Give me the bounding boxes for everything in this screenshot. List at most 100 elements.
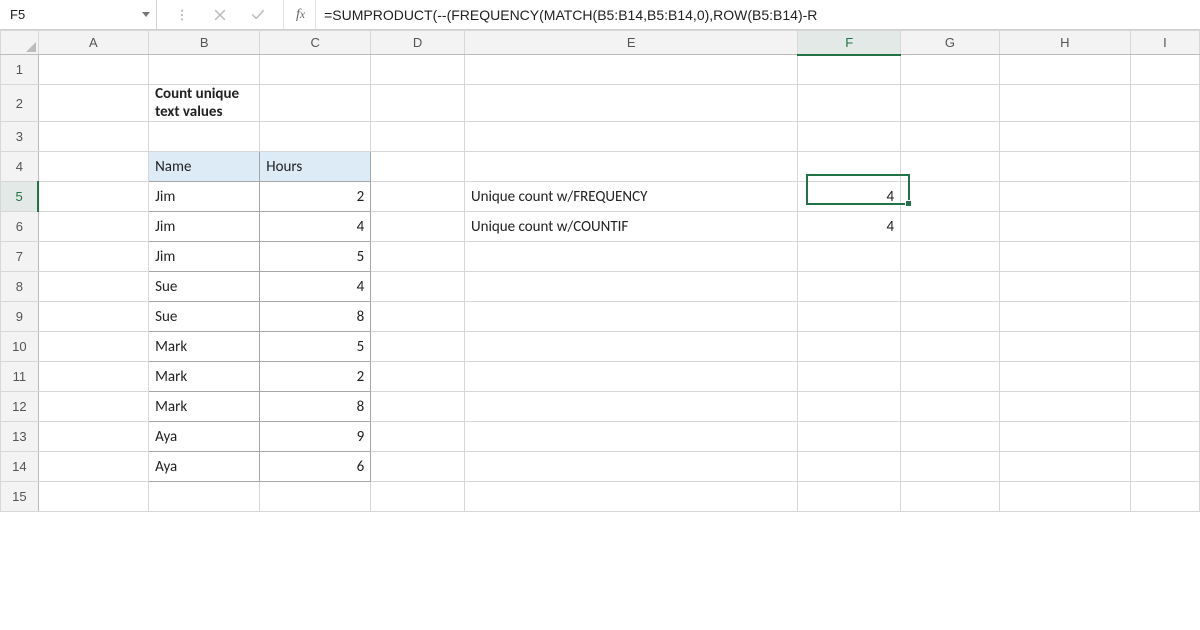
cell-G5[interactable]	[901, 182, 1000, 212]
cell-B3[interactable]	[149, 122, 260, 152]
col-header-D[interactable]: D	[371, 31, 465, 55]
cell-C15[interactable]	[260, 482, 371, 512]
cell-F1[interactable]	[798, 55, 901, 85]
cell-D7[interactable]	[371, 242, 465, 272]
cell-I3[interactable]	[1130, 122, 1199, 152]
cell-E1[interactable]	[464, 55, 797, 85]
cell-I4[interactable]	[1130, 152, 1199, 182]
col-header-F[interactable]: F	[798, 31, 901, 55]
cell-F5[interactable]: 4	[798, 182, 901, 212]
col-header-E[interactable]: E	[464, 31, 797, 55]
cell-G11[interactable]	[901, 362, 1000, 392]
cell-I8[interactable]	[1130, 272, 1199, 302]
row-header-15[interactable]: 15	[1, 482, 39, 512]
cell-D2[interactable]	[371, 85, 465, 122]
cell-F13[interactable]	[798, 422, 901, 452]
cell-G1[interactable]	[901, 55, 1000, 85]
enter-check-icon[interactable]	[251, 8, 265, 22]
cell-I14[interactable]	[1130, 452, 1199, 482]
cell-E11[interactable]	[464, 362, 797, 392]
cell-I15[interactable]	[1130, 482, 1199, 512]
cell-F3[interactable]	[798, 122, 901, 152]
row-header-14[interactable]: 14	[1, 452, 39, 482]
cell-E2[interactable]	[464, 85, 797, 122]
cell-H12[interactable]	[999, 392, 1130, 422]
cell-G10[interactable]	[901, 332, 1000, 362]
cell-F6[interactable]: 4	[798, 212, 901, 242]
cell-H8[interactable]	[999, 272, 1130, 302]
cell-D10[interactable]	[371, 332, 465, 362]
cell-F7[interactable]	[798, 242, 901, 272]
cell-E8[interactable]	[464, 272, 797, 302]
cell-B11[interactable]: Mark	[149, 362, 260, 392]
spreadsheet-grid[interactable]: A B C D E F G H I 1 2 Count unique text …	[0, 30, 1200, 512]
cell-D12[interactable]	[371, 392, 465, 422]
cell-D11[interactable]	[371, 362, 465, 392]
cell-C9[interactable]: 8	[260, 302, 371, 332]
cell-B9[interactable]: Sue	[149, 302, 260, 332]
row-header-12[interactable]: 12	[1, 392, 39, 422]
cell-C6[interactable]: 4	[260, 212, 371, 242]
cell-C10[interactable]: 5	[260, 332, 371, 362]
cell-F11[interactable]	[798, 362, 901, 392]
cell-B1[interactable]	[149, 55, 260, 85]
cell-A11[interactable]	[38, 362, 148, 392]
cell-B14[interactable]: Aya	[149, 452, 260, 482]
cell-G6[interactable]	[901, 212, 1000, 242]
cell-G8[interactable]	[901, 272, 1000, 302]
cell-G9[interactable]	[901, 302, 1000, 332]
cell-F12[interactable]	[798, 392, 901, 422]
cell-C1[interactable]	[260, 55, 371, 85]
row-header-2[interactable]: 2	[1, 85, 39, 122]
cell-H9[interactable]	[999, 302, 1130, 332]
cell-H15[interactable]	[999, 482, 1130, 512]
cancel-icon[interactable]	[213, 8, 227, 22]
cell-A1[interactable]	[38, 55, 148, 85]
cell-I11[interactable]	[1130, 362, 1199, 392]
cell-E15[interactable]	[464, 482, 797, 512]
cell-D4[interactable]	[371, 152, 465, 182]
cell-E13[interactable]	[464, 422, 797, 452]
cell-A13[interactable]	[38, 422, 148, 452]
cell-A6[interactable]	[38, 212, 148, 242]
cell-H3[interactable]	[999, 122, 1130, 152]
cell-E14[interactable]	[464, 452, 797, 482]
cell-B15[interactable]	[149, 482, 260, 512]
cell-E7[interactable]	[464, 242, 797, 272]
cell-H5[interactable]	[999, 182, 1130, 212]
cell-D6[interactable]	[371, 212, 465, 242]
cell-A15[interactable]	[38, 482, 148, 512]
cell-G3[interactable]	[901, 122, 1000, 152]
col-header-G[interactable]: G	[901, 31, 1000, 55]
row-header-8[interactable]: 8	[1, 272, 39, 302]
fx-icon[interactable]: fx	[284, 0, 316, 29]
row-header-10[interactable]: 10	[1, 332, 39, 362]
col-header-C[interactable]: C	[260, 31, 371, 55]
cell-E12[interactable]	[464, 392, 797, 422]
cell-H14[interactable]	[999, 452, 1130, 482]
cell-A8[interactable]	[38, 272, 148, 302]
cell-H6[interactable]	[999, 212, 1130, 242]
cell-D8[interactable]	[371, 272, 465, 302]
cell-B12[interactable]: Mark	[149, 392, 260, 422]
cell-G2[interactable]	[901, 85, 1000, 122]
row-header-5[interactable]: 5	[1, 182, 39, 212]
formula-input[interactable]: =SUMPRODUCT(--(FREQUENCY(MATCH(B5:B14,B5…	[316, 0, 1200, 29]
row-header-11[interactable]: 11	[1, 362, 39, 392]
cell-I9[interactable]	[1130, 302, 1199, 332]
cell-F4[interactable]	[798, 152, 901, 182]
cell-I7[interactable]	[1130, 242, 1199, 272]
cell-A4[interactable]	[38, 152, 148, 182]
cell-G14[interactable]	[901, 452, 1000, 482]
cell-F14[interactable]	[798, 452, 901, 482]
cell-A2[interactable]	[38, 85, 148, 122]
cell-E6[interactable]: Unique count w/COUNTIF	[464, 212, 797, 242]
cell-C13[interactable]: 9	[260, 422, 371, 452]
cell-D5[interactable]	[371, 182, 465, 212]
cell-G13[interactable]	[901, 422, 1000, 452]
cell-D14[interactable]	[371, 452, 465, 482]
cell-B7[interactable]: Jim	[149, 242, 260, 272]
chevron-down-icon[interactable]	[142, 12, 150, 17]
cell-H7[interactable]	[999, 242, 1130, 272]
cell-F2[interactable]	[798, 85, 901, 122]
